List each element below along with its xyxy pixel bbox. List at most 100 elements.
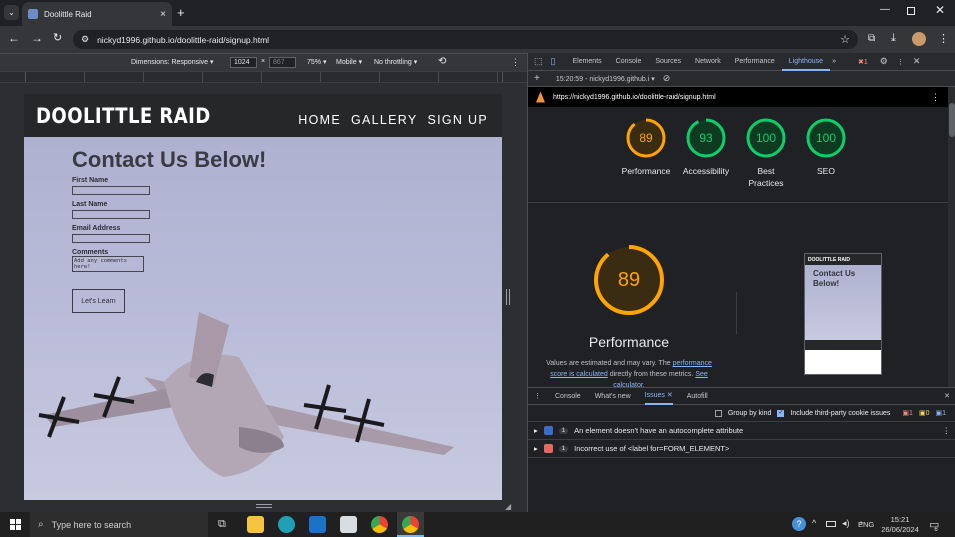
nav-home[interactable]: HOME <box>298 113 341 127</box>
browser-tab[interactable]: Doolittle Raid × <box>22 2 172 26</box>
clock-time[interactable]: 15:21 <box>878 515 922 524</box>
address-bar[interactable]: ⚙ nickyd1996.github.io/doolittle-raid/si… <box>73 30 858 49</box>
first-name-input[interactable] <box>72 186 150 195</box>
file-explorer-icon[interactable] <box>247 516 264 533</box>
error-badge[interactable]: ✖1 <box>858 58 868 66</box>
zoom-dropdown[interactable]: 75% ▾ <box>307 58 326 66</box>
report-scrollbar[interactable] <box>948 87 955 387</box>
comments-textarea[interactable]: Add any comments here! <box>72 256 144 272</box>
tab-search-button[interactable]: ⌄ <box>4 5 19 20</box>
drawer-menu-icon[interactable]: ⋮ <box>534 392 541 400</box>
score-gauge-performance[interactable]: 89 Performance <box>614 117 678 177</box>
group-by-kind-checkbox[interactable] <box>714 409 722 417</box>
score-gauge-best-practices[interactable]: 100 Best Practices <box>734 117 798 189</box>
outlook-icon[interactable] <box>309 516 326 533</box>
chrome-icon[interactable] <box>371 516 388 533</box>
browser-menu-icon[interactable]: ⋮ <box>938 32 949 45</box>
extensions-icon[interactable]: ⧉ <box>868 33 875 44</box>
forward-icon[interactable]: → <box>31 31 43 45</box>
issue-menu-icon[interactable]: ⋮ <box>943 426 951 435</box>
throttling-dropdown[interactable]: No throttling ▾ <box>374 58 417 66</box>
email-label: Email Address <box>72 225 121 232</box>
battery-icon[interactable] <box>826 521 836 527</box>
gauge-ring: 89 <box>626 118 666 158</box>
report-menu-icon[interactable]: ⋮ <box>931 92 940 103</box>
score-gauge-seo[interactable]: 100 SEO <box>794 117 858 177</box>
drawer-tab-console[interactable]: Console <box>555 393 581 400</box>
contact-title: Contact Us Below! <box>72 147 267 172</box>
drawer-tab-autofill[interactable]: Autofill <box>687 393 708 400</box>
help-icon[interactable]: ? <box>792 517 806 531</box>
viewport-resize-handle-bottom[interactable] <box>256 504 272 508</box>
site-info-icon[interactable]: ⚙ <box>81 34 89 45</box>
more-tabs-icon[interactable]: » <box>832 58 836 65</box>
thumb-header: DOOLITTLE RAID <box>805 254 881 265</box>
clock-date[interactable]: 26/06/2024 <box>876 525 924 534</box>
score-gauge-accessibility[interactable]: 93 Accessibility <box>674 117 738 177</box>
tab-lighthouse[interactable]: Lighthouse <box>781 53 831 71</box>
edge-icon[interactable] <box>278 516 295 533</box>
settings-icon[interactable]: ⚙ <box>880 56 888 67</box>
expand-arrow-icon[interactable]: ▸ <box>534 444 538 453</box>
tray-overflow-icon[interactable]: ^ <box>812 518 816 528</box>
gauge-label: Accessibility <box>682 166 730 176</box>
tab-network[interactable]: Network <box>688 58 728 65</box>
nav-gallery[interactable]: GALLERY <box>351 113 418 127</box>
expand-arrow-icon[interactable]: ▸ <box>534 426 538 435</box>
tab-performance[interactable]: Performance <box>728 58 782 65</box>
close-window-icon[interactable]: ✕ <box>935 3 945 17</box>
devtools-close-icon[interactable]: ✕ <box>913 56 921 67</box>
device-type-dropdown[interactable]: Mobile ▾ <box>336 58 362 66</box>
close-tab-icon[interactable]: × <box>160 9 166 20</box>
drawer-tab-whats-new[interactable]: What's new <box>595 393 631 400</box>
url-text: nickyd1996.github.io/doolittle-raid/sign… <box>97 34 270 45</box>
download-icon[interactable]: ⤓ <box>891 32 896 45</box>
width-input[interactable]: 1024 <box>230 57 257 68</box>
devtools-menu-icon[interactable]: ⋮ <box>897 58 904 66</box>
start-button-icon[interactable] <box>10 519 21 530</box>
drawer-close-icon[interactable]: ✕ <box>944 392 950 400</box>
drawer-tab-issues[interactable]: Issues ✕ <box>644 388 673 405</box>
nav-signup[interactable]: SIGN UP <box>428 113 489 127</box>
tab-console[interactable]: Console <box>609 58 649 65</box>
device-toolbar-menu-icon[interactable]: ⋮ <box>511 57 520 68</box>
email-input[interactable] <box>72 234 150 243</box>
gauge-ring: 100 <box>806 118 846 158</box>
notepad-icon[interactable] <box>340 516 357 533</box>
last-name-input[interactable] <box>72 210 150 219</box>
third-party-checkbox[interactable]: ✓ <box>777 409 785 417</box>
gauge-label: Performance <box>621 166 671 176</box>
volume-icon[interactable]: ◂) <box>842 518 850 529</box>
issue-row-autocomplete[interactable]: ▸ 1 An element doesn't have an autocompl… <box>528 422 955 440</box>
report-selector[interactable]: 15:20:59 - nickyd1996.github.i ▾ <box>556 75 655 83</box>
notification-center-icon[interactable]: ▭6 <box>929 518 943 533</box>
task-view-icon[interactable]: ⧉ <box>218 518 226 531</box>
bookmark-star-icon[interactable]: ☆ <box>840 33 850 46</box>
taskbar-search-box[interactable]: ⌕ Type here to search <box>30 512 208 537</box>
lets-learn-button[interactable]: Let's Learn <box>72 289 125 313</box>
dimensions-dropdown[interactable]: Dimensions: Responsive ▾ <box>131 58 214 66</box>
new-tab-icon[interactable]: + <box>177 5 185 20</box>
inspect-icon[interactable]: ⬚ <box>534 56 543 67</box>
language-indicator[interactable]: ENG <box>858 520 874 529</box>
tab-sources[interactable]: Sources <box>648 58 688 65</box>
new-report-icon[interactable]: + <box>534 73 540 84</box>
back-icon[interactable]: ← <box>8 31 20 45</box>
viewport-resize-handle-right[interactable] <box>506 289 510 305</box>
viewport-corner-handle[interactable]: ◢ <box>505 502 511 511</box>
clear-reports-icon[interactable]: ⊘ <box>663 73 671 84</box>
restore-icon[interactable] <box>907 7 915 15</box>
issue-row-label-for[interactable]: ▸ 1 Incorrect use of <label for=FORM_ELE… <box>528 440 955 458</box>
site-logo[interactable]: DOOLITTLE RAID <box>36 104 211 128</box>
tab-elements[interactable]: Elements <box>565 58 608 65</box>
final-screenshot-thumbnail[interactable]: DOOLITTLE RAID Contact Us Below! <box>804 253 882 375</box>
height-input[interactable]: 867 <box>269 57 296 68</box>
metrics-note: Values are estimated and may vary. The p… <box>546 360 712 387</box>
reload-icon[interactable]: ↻ <box>53 31 62 44</box>
profile-avatar[interactable] <box>912 32 926 46</box>
active-chrome-highlight[interactable] <box>397 512 424 537</box>
minimize-icon[interactable]: — <box>880 4 890 15</box>
gauge-ring: 93 <box>686 118 726 158</box>
device-toggle-icon[interactable]: ▯ <box>551 56 556 67</box>
rotate-icon[interactable]: ⟲ <box>438 56 446 67</box>
